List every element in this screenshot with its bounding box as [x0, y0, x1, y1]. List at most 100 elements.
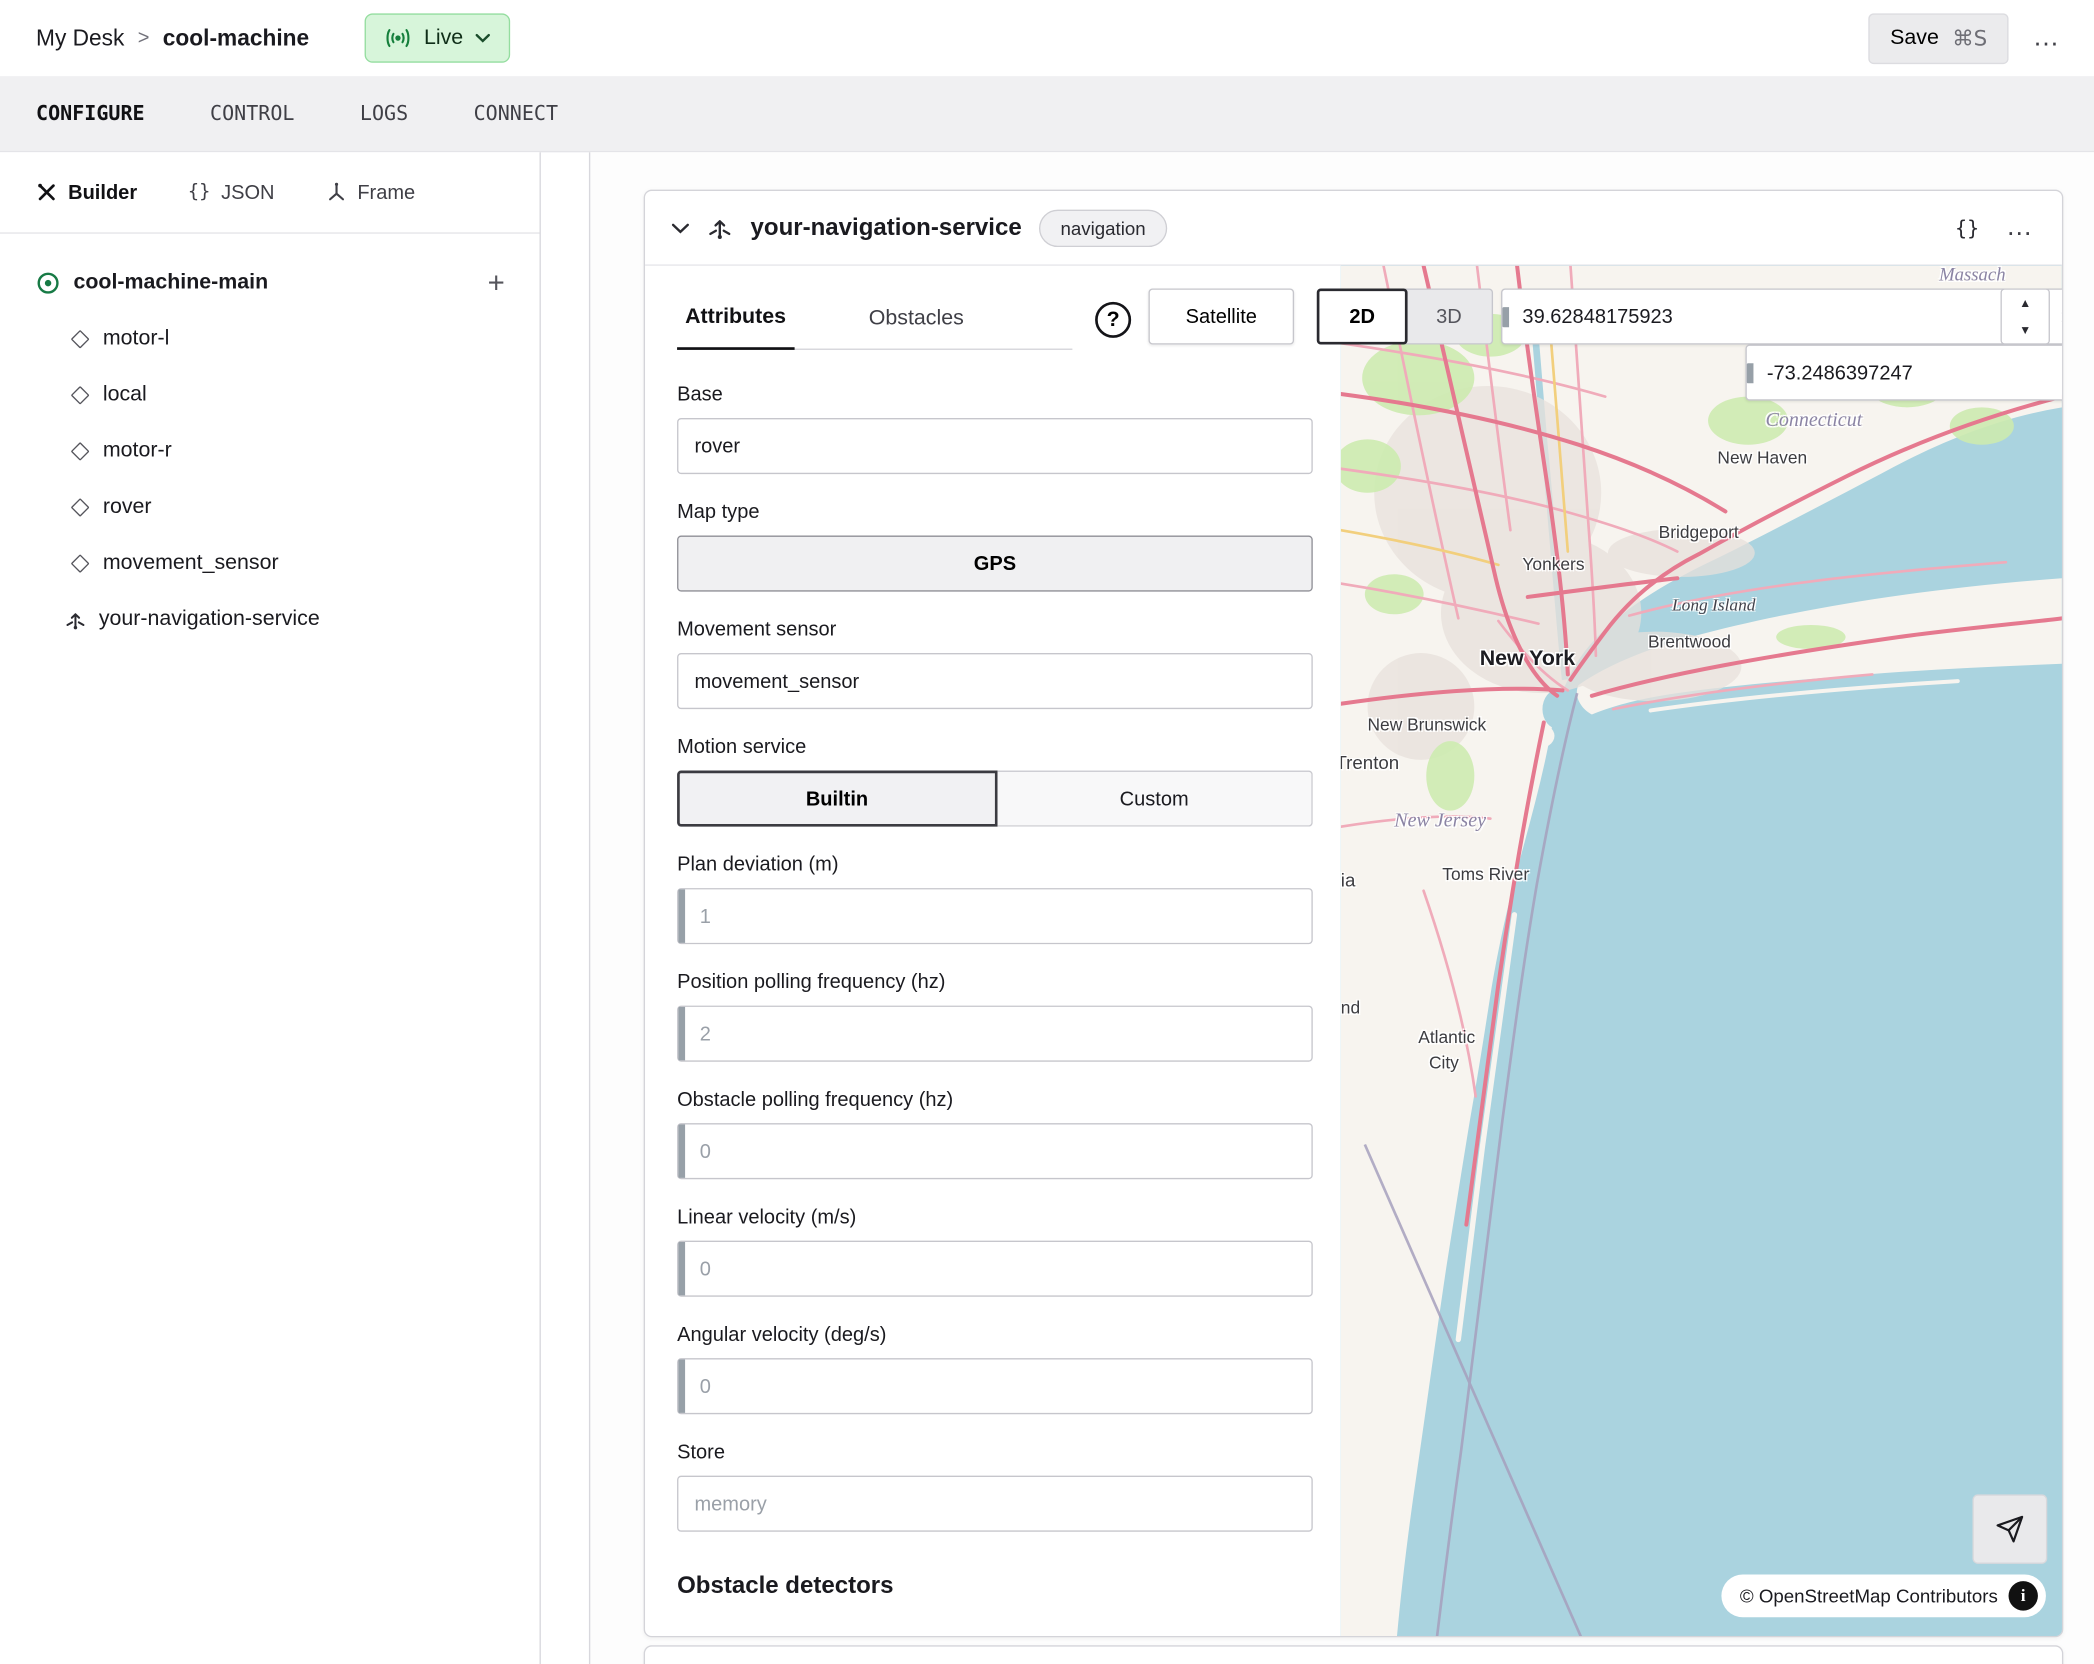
longitude-field: [1745, 361, 2063, 384]
card-tabs: Attributes Obstacles: [677, 306, 1072, 350]
tab-logs[interactable]: LOGS: [360, 101, 408, 125]
breadcrumb-root-link[interactable]: My Desk: [36, 25, 124, 52]
tree-item-label: motor-l: [103, 327, 169, 351]
tab-obstacles[interactable]: Obstacles: [861, 306, 972, 349]
navigation-service-card: your-navigation-service navigation {} …: [644, 190, 2064, 1638]
field-store: Store: [677, 1440, 1313, 1532]
card-json-button[interactable]: {}: [1955, 216, 1979, 240]
step-down-button[interactable]: ▼: [2002, 317, 2049, 344]
map-label: New Haven: [1717, 447, 1807, 467]
tree-root-label: cool-machine-main: [73, 271, 268, 295]
live-label: Live: [424, 26, 463, 50]
zoom-stepper: ▲ ▼: [2001, 288, 2050, 344]
save-shortcut: ⌘S: [1952, 25, 1987, 50]
mode-tab-json[interactable]: {} JSON: [188, 181, 275, 204]
obstacle-polling-input[interactable]: [677, 1123, 1313, 1179]
tree-item-label: motor-r: [103, 439, 172, 463]
tab-configure[interactable]: CONFIGURE: [36, 101, 145, 125]
breadcrumb: My Desk > cool-machine: [36, 25, 309, 52]
map-label: Massach: [1939, 266, 2005, 287]
tree-item-label: movement_sensor: [103, 552, 279, 576]
map-label: Bridgeport: [1659, 522, 1739, 542]
tools-icon: [36, 182, 57, 203]
plan-deviation-label: Plan deviation (m): [677, 852, 1313, 879]
custom-button[interactable]: Custom: [997, 771, 1313, 827]
field-map-type: Map type GPS: [677, 499, 1313, 591]
breadcrumb-current: cool-machine: [163, 25, 309, 52]
mode-builder-label: Builder: [68, 181, 137, 204]
navigation-arrow-icon: [1995, 1514, 2024, 1543]
header-overflow-button[interactable]: …: [2033, 23, 2062, 54]
motion-service-segmented: Builtin Custom: [677, 771, 1313, 827]
card-overflow-button[interactable]: …: [2006, 212, 2035, 243]
component-diamond-icon: [71, 554, 90, 573]
tab-attributes[interactable]: Attributes: [677, 306, 794, 350]
frame-axes-icon: [325, 182, 346, 203]
movement-sensor-input[interactable]: [677, 653, 1313, 709]
navigation-service-icon: [64, 608, 87, 631]
component-diamond-icon: [71, 442, 90, 461]
tree-item-motor-l[interactable]: motor-l: [0, 311, 540, 367]
tab-connect[interactable]: CONNECT: [474, 101, 558, 125]
step-up-button[interactable]: ▲: [2002, 290, 2049, 317]
tree-item-motor-r[interactable]: motor-r: [0, 423, 540, 479]
live-status-dropdown[interactable]: Live: [365, 13, 510, 62]
base-input[interactable]: [677, 418, 1313, 474]
map-label: New Brunswick: [1368, 714, 1487, 734]
app-window: My Desk > cool-machine Live Save ⌘S …: [0, 0, 2094, 1664]
map-label: nd: [1341, 998, 1360, 1018]
gps-button[interactable]: GPS: [677, 536, 1313, 592]
card-title: your-navigation-service: [751, 214, 1022, 242]
map-type-label: Map type: [677, 499, 1313, 526]
view-3d-button[interactable]: 3D: [1405, 288, 1493, 344]
mode-tab-builder[interactable]: Builder: [36, 181, 137, 204]
main-panel: your-navigation-service navigation {} …: [589, 152, 2094, 1664]
field-linear-velocity: Linear velocity (m/s): [677, 1205, 1313, 1297]
locate-button[interactable]: [1972, 1494, 2047, 1563]
mode-json-label: JSON: [221, 181, 274, 204]
map-label: New Jersey: [1394, 811, 1486, 834]
view-2d-button[interactable]: 2D: [1317, 288, 1408, 344]
tree-item-navigation-service[interactable]: your-navigation-service: [0, 592, 540, 648]
map-label: Toms River: [1442, 864, 1529, 884]
tab-control[interactable]: CONTROL: [210, 101, 294, 125]
field-obstacle-polling: Obstacle polling frequency (hz): [677, 1087, 1313, 1179]
movement-sensor-label: Movement sensor: [677, 617, 1313, 644]
save-button[interactable]: Save ⌘S: [1869, 13, 2009, 64]
builtin-button[interactable]: Builtin: [677, 771, 997, 827]
next-card-strip[interactable]: [644, 1645, 2064, 1664]
attributes-form: Attributes Obstacles Base Map type GPS: [677, 266, 1313, 1600]
angular-velocity-input[interactable]: [677, 1358, 1313, 1414]
tree-item-label: rover: [103, 495, 152, 519]
plan-deviation-input[interactable]: [677, 888, 1313, 944]
field-position-polling: Position polling frequency (hz): [677, 970, 1313, 1062]
field-base: Base: [677, 382, 1313, 474]
mode-tab-frame[interactable]: Frame: [325, 181, 415, 204]
longitude-input[interactable]: [1745, 345, 2063, 401]
component-diamond-icon: [71, 386, 90, 405]
store-input[interactable]: [677, 1476, 1313, 1532]
braces-icon: {}: [188, 182, 211, 203]
info-icon[interactable]: i: [2009, 1581, 2038, 1610]
tree-item-rover[interactable]: rover: [0, 479, 540, 535]
map[interactable]: Massach ro Rhod Connecticut New Haven Br…: [1341, 266, 2062, 1638]
header-actions: Save ⌘S …: [1869, 13, 2062, 64]
component-diamond-icon: [71, 498, 90, 517]
position-polling-input[interactable]: [677, 1006, 1313, 1062]
latitude-input[interactable]: [1501, 288, 2063, 344]
config-mode-tabs: Builder {} JSON Frame: [0, 152, 540, 233]
navigation-service-icon: [706, 214, 733, 241]
satellite-toggle-button[interactable]: Satellite: [1148, 288, 1294, 344]
linear-velocity-input[interactable]: [677, 1241, 1313, 1297]
help-button[interactable]: ?: [1095, 302, 1131, 338]
obstacle-detectors-heading: Obstacle detectors: [677, 1572, 1313, 1600]
add-component-button[interactable]: +: [488, 268, 505, 297]
attribution-text[interactable]: © OpenStreetMap Contributors: [1740, 1585, 1998, 1606]
collapse-chevron-icon[interactable]: [672, 222, 689, 233]
tree-item-local[interactable]: local: [0, 367, 540, 423]
tree-item-movement-sensor[interactable]: movement_sensor: [0, 536, 540, 592]
map-label: Atlantic: [1418, 1027, 1475, 1047]
machine-part-tree: cool-machine-main + motor-l local motor-…: [0, 234, 540, 648]
card-header: your-navigation-service navigation {} …: [645, 191, 2062, 266]
tree-root-machine[interactable]: cool-machine-main +: [0, 255, 540, 311]
